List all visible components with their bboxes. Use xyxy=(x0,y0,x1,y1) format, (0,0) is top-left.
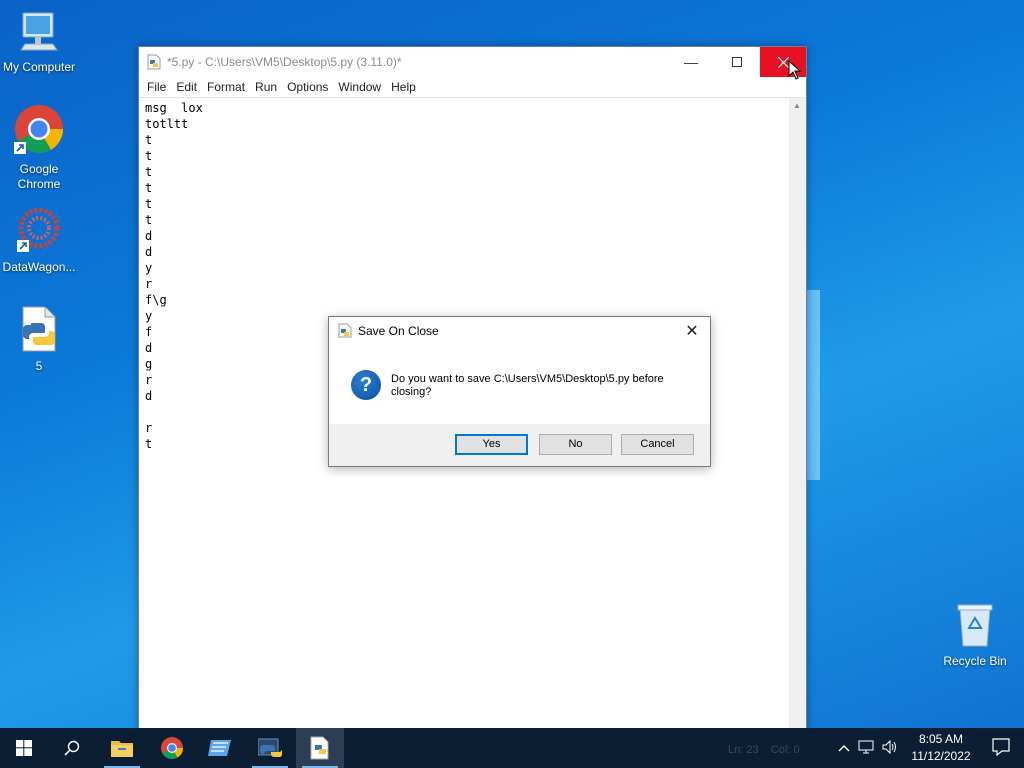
code-line: y xyxy=(145,261,153,275)
editor-status-bar: Ln: 23 Col: 0 xyxy=(728,744,800,756)
status-line: Ln: 23 xyxy=(728,744,759,756)
python-feather-icon xyxy=(338,323,352,343)
code-line: f\g xyxy=(145,293,167,307)
taskbar-file-explorer[interactable] xyxy=(98,728,146,768)
desktop-icon-recycle-bin[interactable]: Recycle Bin xyxy=(936,602,1014,669)
notification-button[interactable] xyxy=(992,738,1010,761)
taskbar-app-3[interactable] xyxy=(196,728,244,768)
network-icon[interactable] xyxy=(858,740,874,757)
folder-icon xyxy=(111,741,133,757)
desktop-icon-label: Recycle Bin xyxy=(943,654,1007,668)
clock-date: 11/12/2022 xyxy=(911,749,971,763)
start-button[interactable] xyxy=(0,728,48,768)
taskbar-clock[interactable]: 8:05 AM 11/12/2022 xyxy=(906,731,976,765)
dialog-close-icon[interactable]: ✕ xyxy=(682,321,702,341)
minimize-button[interactable]: — xyxy=(668,47,714,77)
yes-button[interactable]: Yes xyxy=(455,434,528,455)
menu-file[interactable]: File xyxy=(145,77,174,97)
maximize-button[interactable] xyxy=(714,47,760,77)
menu-format[interactable]: Format xyxy=(205,77,253,97)
menu-bar: File Edit Format Run Options Window Help xyxy=(139,77,806,98)
cancel-button[interactable]: Cancel xyxy=(621,434,694,455)
vertical-scrollbar[interactable]: ▲ xyxy=(789,98,806,728)
search-button[interactable] xyxy=(48,728,96,768)
search-icon xyxy=(64,740,80,756)
desktop-icon-google-chrome[interactable]: Google Chrome xyxy=(0,104,78,192)
desktop-icon-my-computer[interactable]: My Computer xyxy=(0,10,78,75)
windows-logo-icon xyxy=(16,740,32,756)
code-line: t xyxy=(145,149,153,163)
clock-time: 8:05 AM xyxy=(918,732,964,746)
python-shell-icon xyxy=(258,738,282,757)
close-icon xyxy=(777,56,789,68)
notepad-icon xyxy=(208,740,231,756)
taskbar-chrome[interactable] xyxy=(148,728,196,768)
python-file-icon xyxy=(310,736,329,760)
dialog-title: Save On Close xyxy=(358,324,439,338)
menu-options[interactable]: Options xyxy=(285,77,336,97)
desktop-icon-5-py[interactable]: 5 xyxy=(0,305,78,374)
dialog-titlebar[interactable]: Save On Close ✕ xyxy=(329,317,710,345)
code-line: t xyxy=(145,181,153,195)
menu-window[interactable]: Window xyxy=(336,77,389,97)
window-title: *5.py - C:\Users\VM5\Desktop\5.py (3.11.… xyxy=(167,55,402,69)
desktop-icon-label: DataWagon... xyxy=(2,260,76,274)
code-line: t xyxy=(145,133,153,147)
desktop-icon-label: My Computer xyxy=(2,60,76,74)
maximize-icon xyxy=(732,57,742,67)
python-file-icon xyxy=(147,54,161,75)
minimize-icon: — xyxy=(684,54,698,70)
code-line: totltt xyxy=(145,117,189,131)
desktop-icon-datawagon[interactable]: DataWagon... xyxy=(0,206,78,275)
code-line: d xyxy=(145,229,153,243)
chrome-icon xyxy=(0,104,78,160)
python-file-icon xyxy=(0,305,78,357)
taskbar-python-shell[interactable] xyxy=(246,728,294,768)
code-line: t xyxy=(145,165,153,179)
menu-edit[interactable]: Edit xyxy=(174,77,205,97)
datawagon-icon xyxy=(0,206,78,258)
question-icon: ? xyxy=(351,370,381,400)
taskbar: 8:05 AM 11/12/2022 xyxy=(0,728,1024,768)
desktop-icon-label: Google Chrome xyxy=(17,162,61,191)
scroll-up-icon[interactable]: ▲ xyxy=(793,101,801,110)
chrome-icon xyxy=(161,737,183,759)
code-line: msg lox xyxy=(145,101,203,115)
system-tray xyxy=(838,728,898,768)
notification-icon xyxy=(992,738,1010,757)
dialog-body: ? Do you want to save C:\Users\VM5\Deskt… xyxy=(329,345,710,425)
dialog-message: Do you want to save C:\Users\VM5\Desktop… xyxy=(391,373,664,398)
mouse-cursor-icon xyxy=(788,60,802,80)
recycle-bin-icon xyxy=(936,602,1014,652)
status-col: Col: 0 xyxy=(770,744,800,756)
code-line: r xyxy=(145,277,153,291)
no-button[interactable]: No xyxy=(539,434,612,455)
menu-help[interactable]: Help xyxy=(389,77,424,97)
dialog-button-bar: Yes No Cancel xyxy=(329,424,710,466)
chevron-up-icon[interactable] xyxy=(838,741,850,755)
code-line: t xyxy=(145,213,153,227)
desktop-icon-label: 5 xyxy=(35,359,43,373)
menu-run[interactable]: Run xyxy=(253,77,285,97)
code-line: d xyxy=(145,245,153,259)
code-line: t xyxy=(145,197,153,211)
save-on-close-dialog[interactable]: Save On Close ✕ ? Do you want to save C:… xyxy=(328,316,711,467)
taskbar-idle-editor[interactable] xyxy=(296,728,344,768)
computer-icon xyxy=(0,10,78,58)
volume-icon[interactable] xyxy=(882,739,898,757)
window-titlebar[interactable]: *5.py - C:\Users\VM5\Desktop\5.py (3.11.… xyxy=(139,47,806,77)
